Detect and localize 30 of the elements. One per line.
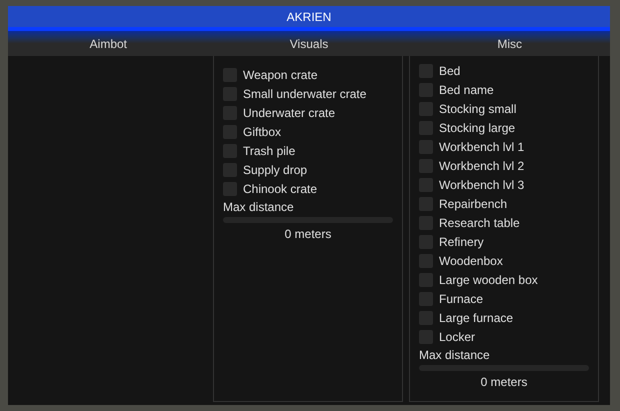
tab[interactable]: Visuals [208, 31, 410, 56]
checkbox-label: Furnace [439, 290, 484, 308]
window-title: AKRIEN [8, 6, 610, 27]
checkbox-label: Refinery [439, 234, 484, 250]
checkbox-label: Chinook crate [243, 180, 318, 198]
slider-label: Max distance [223, 199, 295, 215]
tab[interactable]: Misc [409, 31, 610, 56]
checkbox-label: Workbench lvl 2 [439, 158, 524, 174]
checkbox-label: Bed [439, 62, 460, 80]
checkbox-label: Trash pile [243, 142, 296, 160]
checkbox-label: Woodenbox [439, 252, 503, 270]
checkbox-label: Repairbench [439, 196, 508, 212]
checkbox-label: Supply drop [243, 162, 308, 178]
checkbox-label: Stocking large [439, 120, 516, 136]
checkbox-label: Large wooden box [439, 272, 538, 288]
slider-label: Max distance [419, 347, 491, 363]
checkbox-label: Locker [439, 328, 476, 346]
checkbox-label: Bed name [439, 82, 494, 98]
checkbox-label: Workbench lvl 3 [439, 176, 524, 194]
checkbox-label: Workbench lvl 1 [439, 138, 524, 156]
tab[interactable]: Aimbot [8, 31, 209, 56]
checkbox-label: Weapon crate [243, 66, 318, 84]
checkbox-label: Large furnace [439, 310, 514, 326]
slider-value: 0 meters [284, 226, 332, 243]
slider-value: 0 meters [480, 374, 528, 391]
checkbox-label: Giftbox [243, 124, 282, 140]
checkbox-label: Small underwater crate [243, 86, 366, 102]
checkbox-label: Underwater crate [243, 104, 336, 122]
checkbox-label: Stocking small [439, 100, 516, 118]
checkbox-label: Research table [439, 214, 520, 232]
